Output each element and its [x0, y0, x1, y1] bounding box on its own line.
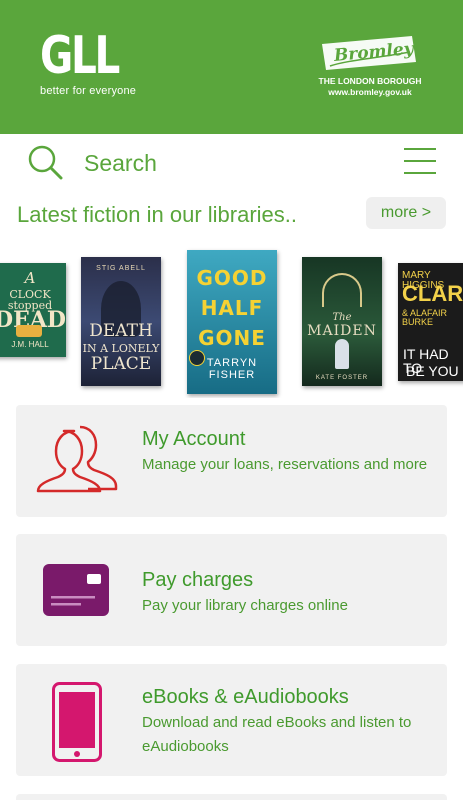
users-icon	[36, 425, 118, 493]
my-account-card[interactable]: My Account Manage your loans, reservatio…	[16, 405, 447, 517]
card-title: Pay charges	[142, 569, 254, 591]
book-carousel[interactable]: A CLOCK stopped DEAD J.M. HALL STIG ABEL…	[0, 244, 463, 398]
book-cover-text: MAIDEN	[307, 323, 377, 339]
credit-card-icon	[43, 564, 109, 616]
book-illustration	[322, 273, 362, 307]
search-bar[interactable]: Search	[0, 134, 463, 190]
book-cover-text: PLACE	[90, 354, 152, 374]
council-website: www.bromley.gov.uk	[328, 87, 412, 97]
council-label: THE LONDON BOROUGH	[318, 76, 422, 86]
card-title: eBooks & eAudiobooks	[142, 686, 349, 708]
book-cover-text: IN A LONELY	[82, 342, 160, 355]
book-cover-text: BE YOU	[406, 363, 459, 379]
book-cover-text: CLARK	[402, 281, 463, 306]
book-cover-text: GONE	[198, 326, 266, 350]
book-cover-text: The	[332, 312, 352, 323]
book-cover[interactable]: A CLOCK stopped DEAD J.M. HALL	[0, 263, 66, 357]
more-button[interactable]: more >	[366, 197, 446, 229]
gll-tagline: better for everyone	[40, 85, 137, 97]
book-cover[interactable]: GOOD HALF GONE TARRYN FISHER	[187, 250, 277, 394]
book-cover-text: GOOD	[196, 266, 268, 290]
bromley-logo[interactable]: Bromley THE LONDON BOROUGH www.bromley.g…	[318, 34, 422, 98]
gll-logo-mark: GLL	[40, 26, 120, 86]
card-description: Manage your loans, reservations and more	[142, 456, 428, 473]
section-title: Latest fiction in our libraries..	[17, 202, 298, 227]
book-cover-text: DEATH	[89, 321, 153, 341]
book-illustration	[16, 325, 42, 337]
card-description: Download and read eBooks and listen to e…	[142, 714, 412, 755]
pay-charges-card[interactable]: Pay charges Pay your library charges onl…	[16, 534, 447, 646]
book-cover-text: TARRYN	[206, 357, 258, 369]
book-cover-text: A	[24, 269, 36, 287]
search-icon[interactable]	[27, 144, 63, 180]
card-description: Pay your library charges online	[142, 597, 348, 614]
book-cover[interactable]: The MAIDEN KATE FOSTER	[302, 257, 382, 386]
book-cover-text: KATE FOSTER	[315, 375, 369, 381]
book-cover-text: & ALAFAIR BURKE	[402, 308, 448, 327]
book-cover[interactable]: STIG ABELL DEATH IN A LONELY PLACE	[81, 257, 161, 386]
app-header: GLL better for everyone Bromley THE LOND…	[0, 0, 463, 134]
bromley-wordmark-icon: Bromley	[322, 36, 416, 70]
book-cover-text: FISHER	[208, 369, 256, 381]
ebooks-card[interactable]: eBooks & eAudiobooks Download and read e…	[16, 664, 447, 776]
next-card[interactable]	[16, 794, 447, 800]
gll-logo[interactable]: GLL better for everyone	[40, 30, 140, 97]
book-cover[interactable]: MARY HIGGINS CLARK & ALAFAIR BURKE IT HA…	[398, 263, 463, 381]
card-title: My Account	[142, 428, 246, 450]
hamburger-menu-icon[interactable]	[404, 148, 436, 174]
search-input[interactable]: Search	[84, 150, 157, 177]
book-illustration	[335, 339, 349, 369]
book-cover-text: STIG ABELL	[96, 265, 146, 272]
book-cover-text: J.M. HALL	[11, 340, 49, 349]
tablet-icon	[52, 682, 102, 762]
book-cover-text: HALF	[200, 296, 264, 320]
